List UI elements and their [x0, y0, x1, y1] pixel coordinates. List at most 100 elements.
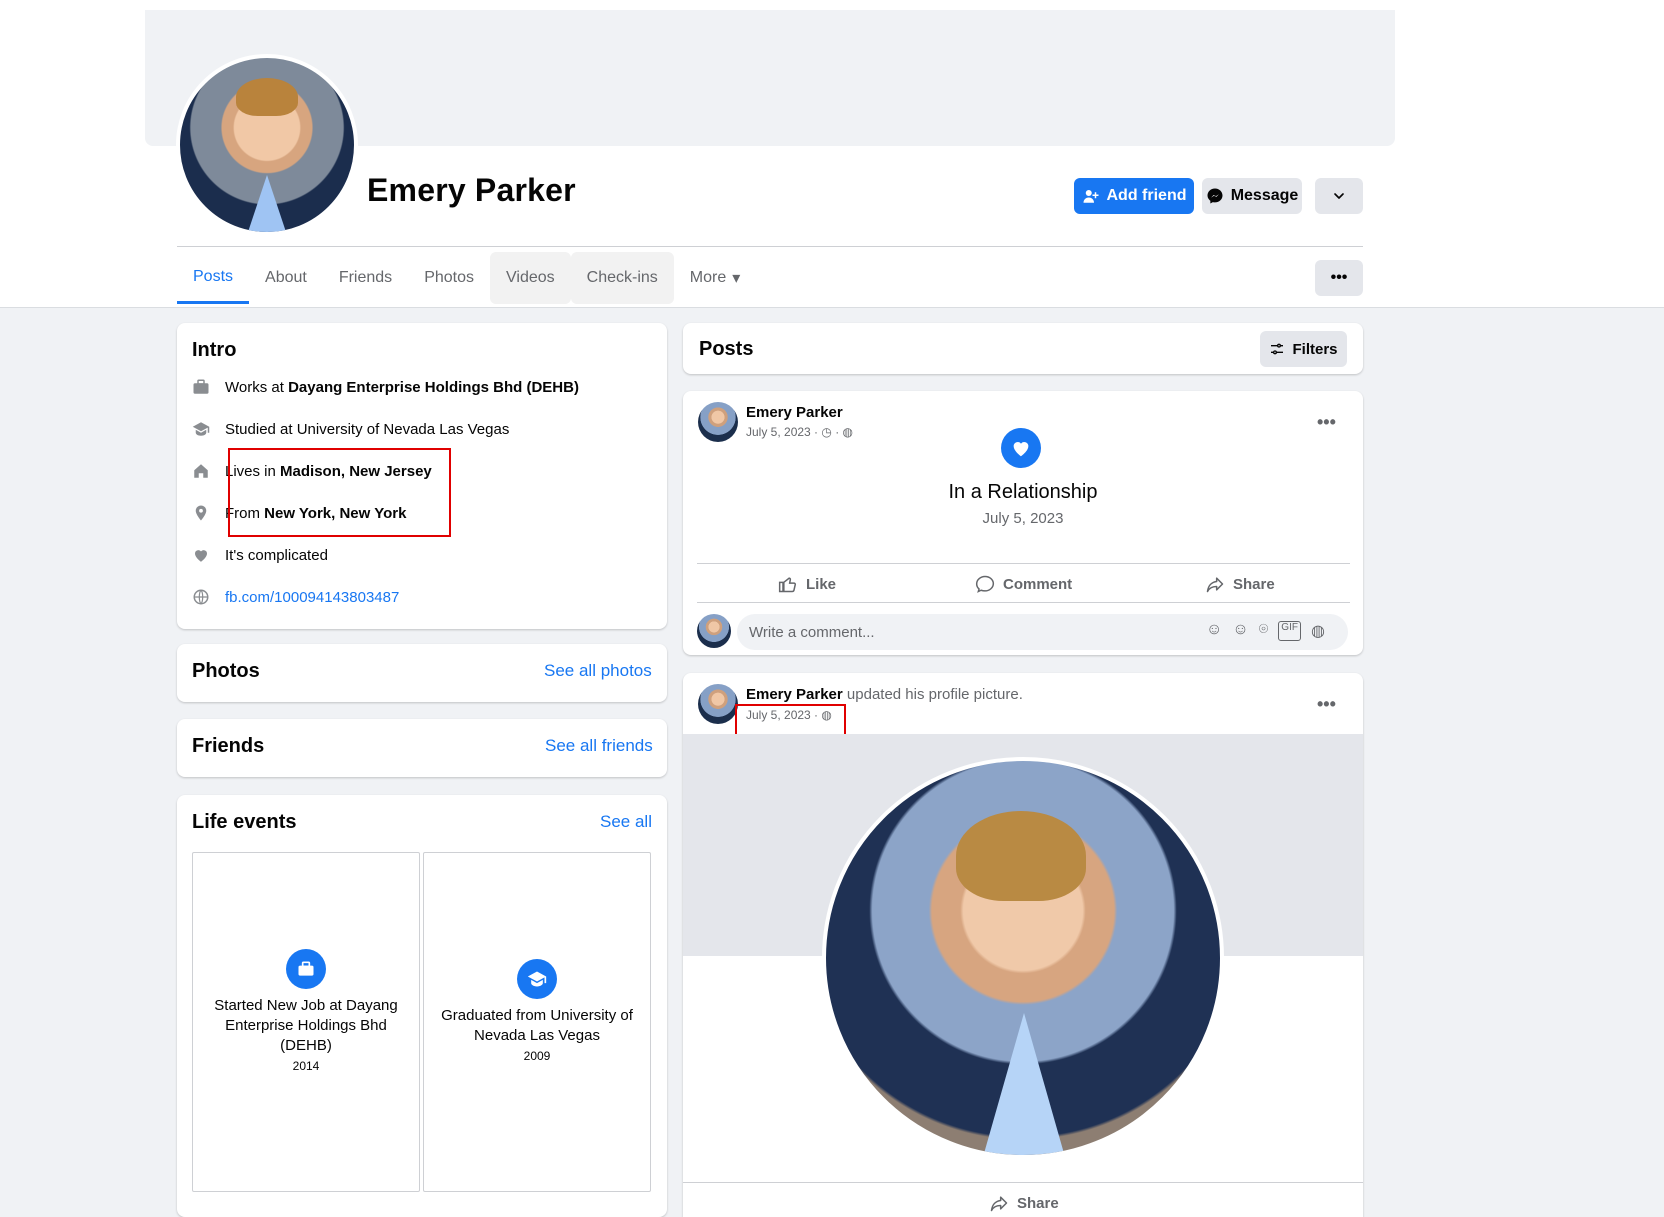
- messenger-icon: [1206, 187, 1224, 205]
- profile-options-dropdown-button[interactable]: [1315, 178, 1363, 214]
- post-author-name[interactable]: Emery Parker: [746, 686, 843, 703]
- intro-studied-item: Studied at University of Nevada Las Vega…: [191, 419, 509, 439]
- life-event-card[interactable]: Started New Job at Dayang Enterprise Hol…: [192, 852, 420, 1192]
- avatar-sticker-icon[interactable]: ☺: [1206, 621, 1222, 641]
- message-button[interactable]: Message: [1202, 178, 1302, 214]
- tab-posts-label: Posts: [193, 267, 234, 285]
- graduation-cap-icon: [191, 419, 211, 439]
- profile-name: Emery Parker: [367, 172, 576, 208]
- life-event-title: Graduated from University of Nevada Las …: [441, 1007, 633, 1044]
- tab-friends-label: Friends: [338, 269, 393, 286]
- works-value[interactable]: Dayang Enterprise Holdings Bhd (DEHB): [288, 379, 579, 396]
- ellipsis-icon: •••: [1330, 269, 1348, 286]
- tab-friends[interactable]: Friends: [323, 252, 408, 304]
- filters-button[interactable]: Filters: [1260, 331, 1347, 367]
- like-button[interactable]: Like: [778, 574, 836, 594]
- like-label: Like: [806, 575, 837, 593]
- studied-text[interactable]: Studied at University of Nevada Las Vega…: [225, 421, 509, 438]
- globe-icon: ◍: [842, 425, 854, 439]
- comment-label: Comment: [1003, 575, 1073, 593]
- see-all-friends-link[interactable]: See all friends: [545, 736, 653, 756]
- heart-icon: [191, 545, 211, 565]
- comment-icon: [975, 574, 995, 594]
- tab-about[interactable]: About: [249, 252, 323, 304]
- post-author-avatar[interactable]: [698, 684, 738, 724]
- see-all-photos-link[interactable]: See all photos: [544, 661, 652, 681]
- post-action-divider: [697, 563, 1350, 564]
- life-event-graduation-icon: [517, 959, 557, 999]
- life-event-year: 2014: [292, 1059, 320, 1073]
- photos-title: Photos: [192, 660, 260, 682]
- filters-label: Filters: [1292, 340, 1338, 358]
- commenter-avatar[interactable]: [697, 614, 731, 648]
- tab-more[interactable]: More ▾: [674, 252, 756, 304]
- tab-more-label: More: [689, 269, 727, 286]
- tab-posts[interactable]: Posts: [177, 252, 250, 304]
- header-divider: [177, 246, 1363, 247]
- emoji-icon[interactable]: ☺: [1232, 621, 1248, 641]
- post-action-text: updated his profile picture.: [846, 686, 1023, 703]
- post-author-avatar[interactable]: [698, 402, 738, 442]
- tab-videos-label: Videos: [506, 269, 555, 286]
- chevron-down-icon: [1331, 188, 1347, 204]
- share-label: Share: [1017, 1194, 1059, 1212]
- tab-photos-label: Photos: [424, 269, 474, 286]
- post-date-text: July 5, 2023: [746, 425, 811, 439]
- works-prefix: Works at: [225, 378, 284, 396]
- life-event-year: 2009: [523, 1049, 551, 1063]
- post-date[interactable]: July 5, 2023 · ◷ · ◍: [746, 425, 853, 439]
- add-friend-button[interactable]: Add friend: [1074, 178, 1194, 214]
- thumbs-up-icon: [778, 574, 798, 594]
- gif-icon[interactable]: GIF: [1278, 621, 1301, 641]
- updated-profile-picture[interactable]: [822, 757, 1224, 1159]
- intro-relationship-item: It's complicated: [191, 545, 328, 565]
- share-button[interactable]: Share: [1205, 574, 1275, 594]
- share-button[interactable]: Share: [989, 1193, 1059, 1213]
- posts-title: Posts: [699, 338, 754, 360]
- life-events-title: Life events: [192, 811, 297, 833]
- post2-action-divider: [683, 1182, 1363, 1183]
- tab-photos[interactable]: Photos: [408, 252, 490, 304]
- camera-icon[interactable]: ⌾: [1259, 621, 1269, 641]
- see-all-life-events-link[interactable]: See all: [600, 812, 652, 832]
- share-label: Share: [1233, 575, 1275, 593]
- life-event-briefcase-icon: [286, 949, 326, 989]
- share-icon: [1205, 574, 1225, 594]
- caret-down-icon: ▾: [732, 270, 741, 287]
- post-comment-divider: [697, 602, 1350, 603]
- post-header-text: Emery Parker updated his profile picture…: [746, 686, 1023, 703]
- clock-icon: ◷: [821, 425, 832, 439]
- relationship-text: It's complicated: [225, 546, 328, 564]
- share-icon: [989, 1193, 1009, 1213]
- friends-title: Friends: [192, 735, 265, 757]
- add-friend-icon: [1082, 187, 1100, 205]
- tab-videos[interactable]: Videos: [490, 252, 571, 304]
- profile-avatar[interactable]: [176, 54, 358, 236]
- message-label: Message: [1230, 187, 1299, 204]
- tab-check-ins[interactable]: Check-ins: [570, 252, 674, 304]
- more-options-button[interactable]: •••: [1315, 260, 1363, 296]
- add-friend-label: Add friend: [1106, 187, 1187, 204]
- highlight-box-location: [228, 448, 451, 537]
- tab-check-ins-label: Check-ins: [586, 269, 658, 286]
- home-icon: [191, 461, 211, 481]
- comment-tools: ☺ ☺ ⌾ GIF ◍: [1206, 621, 1325, 641]
- life-event-title: Started New Job at Dayang Enterprise Hol…: [214, 997, 398, 1054]
- sticker-icon[interactable]: ◍: [1311, 621, 1325, 641]
- profile-tabs: Posts About Friends Photos Videos Check-…: [177, 252, 756, 306]
- ellipsis-icon: •••: [1317, 694, 1336, 714]
- location-pin-icon: [191, 503, 211, 523]
- profile-link[interactable]: fb.com/100094143803487: [225, 589, 399, 606]
- relationship-heart-icon: [1001, 428, 1041, 468]
- life-event-card[interactable]: Graduated from University of Nevada Las …: [423, 852, 651, 1192]
- post-options-button[interactable]: •••: [1317, 412, 1336, 433]
- post-author-name[interactable]: Emery Parker: [746, 404, 843, 421]
- comment-placeholder: Write a comment...: [749, 623, 875, 641]
- ellipsis-icon: •••: [1317, 412, 1336, 432]
- comment-button[interactable]: Comment: [975, 574, 1072, 594]
- life-event-post-date: July 5, 2023: [982, 510, 1064, 527]
- sliders-icon: [1269, 341, 1285, 357]
- intro-works-item: Works at Dayang Enterprise Holdings Bhd …: [191, 377, 579, 397]
- briefcase-icon: [191, 377, 211, 397]
- post-options-button[interactable]: •••: [1317, 694, 1336, 715]
